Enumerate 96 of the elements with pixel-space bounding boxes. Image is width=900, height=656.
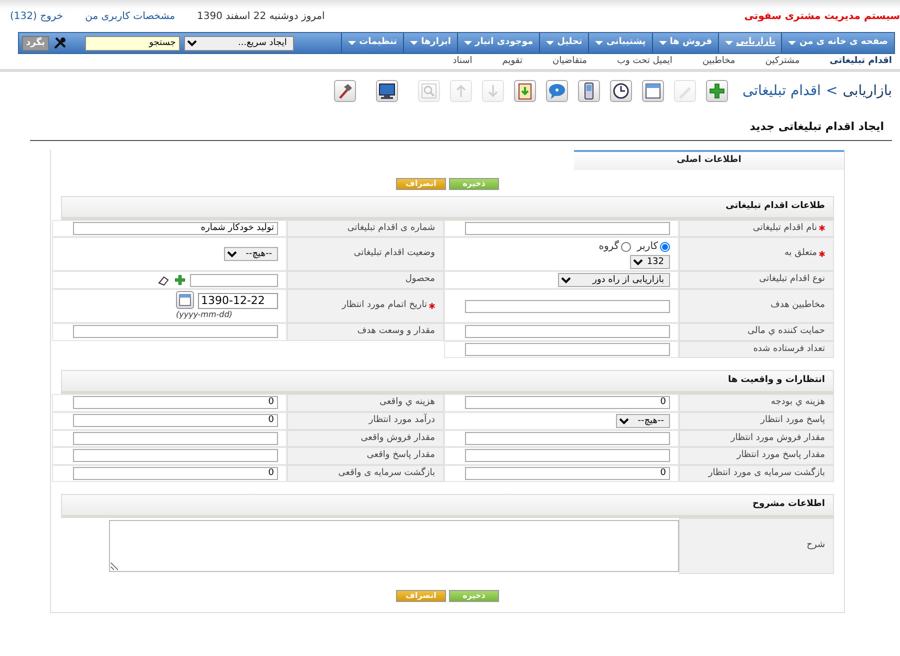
plus-icon xyxy=(708,82,726,100)
calendar-icon xyxy=(644,82,662,100)
clipboard-icon xyxy=(516,82,534,100)
monitor-button[interactable] xyxy=(376,80,398,102)
chat-button[interactable] xyxy=(546,80,568,102)
field-label: مقدار پاسخ مورد انتظار xyxy=(736,449,825,462)
date-format-hint: (yyyy-mm-dd) xyxy=(176,309,232,321)
required-icon xyxy=(819,251,825,257)
field-label: پاسخ مورد انتظار xyxy=(760,414,825,427)
quick-create-select[interactable]: ایجاد سریع... xyxy=(184,36,294,50)
input-field[interactable] xyxy=(465,325,670,338)
input-field[interactable]: 0 xyxy=(465,466,670,480)
submenu-link[interactable]: اقدام تبلیغاتی xyxy=(830,54,892,68)
input-field[interactable] xyxy=(73,325,278,338)
calendar-icon xyxy=(178,292,192,307)
hammer-icon xyxy=(336,82,354,100)
header-link[interactable]: مشخصات کاربری من xyxy=(85,8,176,24)
breadcrumb-link[interactable]: بازاریابی xyxy=(842,80,892,102)
mobile-button[interactable] xyxy=(578,80,600,102)
section-header: انتظارات و واقعیت ها xyxy=(61,370,834,394)
select-field[interactable]: بازاریابی از راه دور xyxy=(558,273,670,287)
clock-button[interactable] xyxy=(610,80,632,102)
field-label: درآمد مورد انتظار xyxy=(368,414,435,427)
search-field[interactable]: جستجو xyxy=(84,36,180,50)
tab[interactable]: اطلاعات اصلی xyxy=(574,150,844,170)
field-label: حمایت کننده ي مالی xyxy=(748,325,825,338)
field-label: هزینه ي بودجه xyxy=(770,396,825,409)
field-label: مخاطبین هدف xyxy=(770,299,825,312)
field-label: شرح xyxy=(806,539,825,552)
calendar-button[interactable] xyxy=(642,80,664,102)
field-label: متعلق به xyxy=(784,247,817,260)
select-field[interactable]: --هیچ-- xyxy=(616,414,670,428)
section-header: اطلاعات مشروح xyxy=(61,494,834,518)
import-button[interactable] xyxy=(514,80,536,102)
field-label: مقدار فروش مورد انتظار xyxy=(730,432,825,444)
input-field[interactable] xyxy=(465,432,670,445)
field-label: مقدار فروش واقعی xyxy=(360,432,435,444)
breadcrumb-separator: > xyxy=(826,82,838,100)
magnifier-icon xyxy=(420,82,438,100)
submenu-link[interactable]: مشترکین xyxy=(765,54,800,68)
eraser-icon xyxy=(158,274,170,286)
input-field[interactable]: 0 xyxy=(73,414,278,427)
plus-icon xyxy=(174,274,186,286)
add-button[interactable] xyxy=(706,80,728,102)
field-label: هزینه ي واقعی xyxy=(379,396,435,409)
required-icon xyxy=(429,303,435,309)
field-label: نام اقدام تبلیغاتی xyxy=(752,222,817,234)
header-link[interactable]: خروج (132) xyxy=(10,8,64,24)
input-field[interactable]: تولید خودکار شماره xyxy=(73,222,278,235)
radio-label: گروه xyxy=(598,239,620,254)
speech-bubble-icon xyxy=(548,82,566,100)
input-field[interactable] xyxy=(73,449,278,462)
radio-button[interactable] xyxy=(621,242,632,252)
tools-icon xyxy=(52,36,67,50)
field-label: بازگشت سرمایه ی مورد انتظار xyxy=(708,466,825,480)
section-header: طلاعات اقدام تبلیغاتی xyxy=(61,196,834,220)
field-label: مقدار پاسخ واقعی xyxy=(366,449,435,462)
add-button[interactable] xyxy=(174,274,186,286)
input-field[interactable] xyxy=(465,300,670,312)
input-field[interactable]: 0 xyxy=(465,396,670,410)
field-label: نوع اقدام تبلیغاتی xyxy=(759,273,825,286)
app-title: سیستم مدیریت مشتری سفوتی xyxy=(744,10,900,24)
radio-label: کاربر xyxy=(637,240,658,254)
clock-icon xyxy=(612,82,630,100)
breadcrumb-link[interactable]: اقدام تبلیغاتی xyxy=(742,80,821,102)
required-icon xyxy=(819,225,825,232)
page-title: ایجاد اقدام تبلیغاتی جدید xyxy=(30,107,892,140)
submenu-link[interactable]: متقاضیان xyxy=(552,54,587,68)
field-label: وضعیت اقدام تبلیغاتی xyxy=(354,247,435,260)
calendar-button[interactable] xyxy=(176,291,194,309)
submenu-link[interactable]: تقویم xyxy=(502,54,522,68)
submenu-link[interactable]: ایمیل تحت وب xyxy=(617,54,672,68)
input-field[interactable] xyxy=(465,222,670,235)
select-field[interactable]: --هیچ-- xyxy=(224,247,278,261)
field-label: تعداد فرستاده شده xyxy=(753,342,825,356)
date-text: امروز دوشنبه 22 اسفند 1390 xyxy=(197,10,325,24)
input-field[interactable]: 0 xyxy=(73,466,278,480)
field-label: مقدار و وسعت هدف xyxy=(357,325,435,338)
radio-button[interactable] xyxy=(660,242,670,252)
hammer-button[interactable] xyxy=(334,80,356,102)
input-field[interactable] xyxy=(73,432,278,445)
input-field[interactable] xyxy=(465,342,670,356)
submenu-link[interactable]: مخاطبین xyxy=(702,54,736,68)
field-label: تاریخ اتمام مورد انتظار xyxy=(342,299,427,312)
field-label: محصول xyxy=(405,273,435,286)
field-label: بازگشت سرمایه ی واقعی xyxy=(338,466,435,480)
input-field[interactable] xyxy=(190,274,278,286)
submenu-link[interactable]: اسناد xyxy=(452,54,472,68)
select-field[interactable]: 132 xyxy=(630,255,670,269)
input-field[interactable]: 0 xyxy=(73,396,278,410)
textarea-field[interactable] xyxy=(109,520,679,572)
date-field[interactable]: 1390-12-22 xyxy=(198,293,278,309)
monitor-icon xyxy=(378,82,396,100)
field-label: شماره ی اقدام تبلیغاتی xyxy=(347,222,435,234)
clear-button[interactable] xyxy=(158,274,170,286)
input-field[interactable] xyxy=(465,449,670,462)
